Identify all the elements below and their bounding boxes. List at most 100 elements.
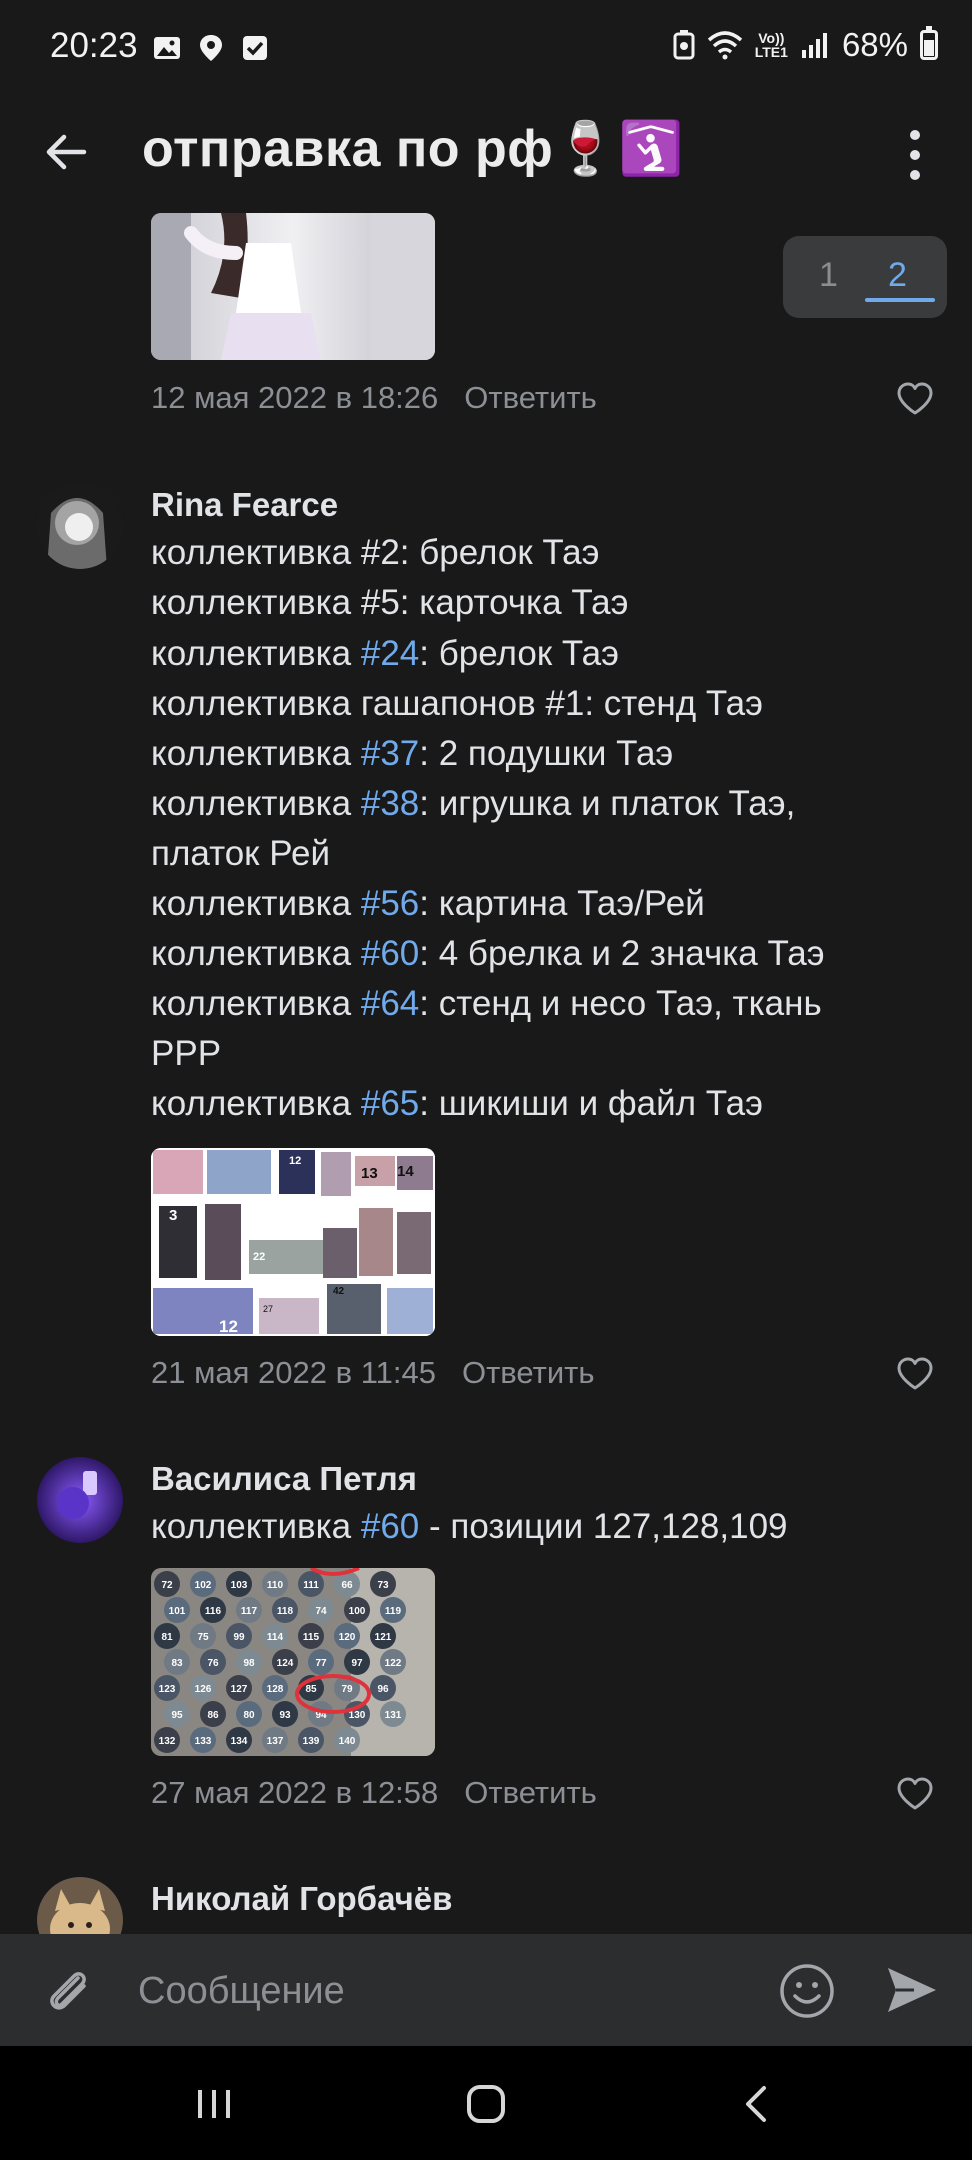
comment-meta: 12 мая 2022 в 18:26 Ответить <box>151 380 597 416</box>
hashtag-link[interactable]: #60 <box>361 934 419 973</box>
badge-number: 83 <box>171 1658 183 1669</box>
message-composer <box>0 1934 972 2046</box>
comment-meta: 27 мая 2022 в 12:58 Ответить <box>151 1775 597 1811</box>
badge-number: 79 <box>341 1684 353 1695</box>
home-icon[interactable] <box>462 2080 510 2128</box>
badge-number: 120 <box>339 1632 356 1643</box>
badge-number: 97 <box>351 1658 363 1669</box>
badge-number: 98 <box>243 1658 255 1669</box>
avatar[interactable] <box>37 483 123 569</box>
status-time: 20:23 <box>50 26 138 65</box>
avatar[interactable] <box>37 1457 123 1543</box>
badge-number: 126 <box>195 1684 212 1695</box>
comment-author[interactable]: Николай Горбачёв <box>151 1880 452 1918</box>
badge-number: 123 <box>159 1684 176 1695</box>
comment-timestamp: 21 мая 2022 в 11:45 <box>151 1355 436 1390</box>
hashtag-link[interactable]: #56 <box>361 884 419 923</box>
comments-feed[interactable]: 12 мая 2022 в 18:26 Ответить Rina Fearce … <box>0 210 972 1935</box>
chat-title[interactable]: отправка по рф🍷🛐 <box>142 118 684 179</box>
svg-text:22: 22 <box>253 1251 265 1263</box>
checkbox-icon <box>243 36 267 60</box>
badge-number: 73 <box>377 1580 389 1591</box>
paperclip-icon[interactable] <box>40 1962 96 2018</box>
back-arrow-icon[interactable] <box>38 124 94 180</box>
comment-line: коллективка #38: игрушка и платок Таэ, <box>151 784 796 823</box>
badge-number: 103 <box>231 1580 248 1591</box>
comment-photo[interactable]: 12 13 14 3 22 42 27 12 <box>151 1148 435 1336</box>
hashtag-link[interactable]: #24 <box>361 634 419 673</box>
badge-number: 86 <box>207 1710 219 1721</box>
comment-author[interactable]: Василиса Петля <box>151 1460 417 1498</box>
location-icon <box>200 35 222 61</box>
heart-icon[interactable] <box>896 382 934 416</box>
comment-timestamp: 12 мая 2022 в 18:26 <box>151 380 439 415</box>
comment-line: коллективка #64: стенд и несо Таэ, ткань <box>151 984 822 1023</box>
battery-icon <box>920 26 938 60</box>
more-vertical-icon[interactable] <box>895 125 935 185</box>
badge-number: 75 <box>197 1632 209 1643</box>
page-2-button[interactable]: 2 <box>888 256 907 295</box>
active-page-indicator <box>865 298 935 302</box>
hashtag-link[interactable]: #65 <box>361 1084 419 1123</box>
badge-number: 118 <box>277 1606 294 1617</box>
badge-number: 122 <box>385 1658 402 1669</box>
badge-number: 124 <box>277 1658 294 1669</box>
message-input[interactable] <box>136 1958 740 2024</box>
heart-icon[interactable] <box>896 1357 934 1391</box>
badge-number: 119 <box>385 1606 402 1617</box>
heart-icon[interactable] <box>896 1777 934 1811</box>
badge-number: 134 <box>231 1736 248 1747</box>
badge-number: 99 <box>233 1632 245 1643</box>
badge-number: 117 <box>241 1606 258 1617</box>
smile-icon[interactable] <box>778 1962 836 2020</box>
comment-timestamp: 27 мая 2022 в 12:58 <box>151 1775 439 1810</box>
hashtag-link[interactable]: #60 <box>361 1507 419 1546</box>
svg-text:27: 27 <box>263 1304 273 1314</box>
comment-line: коллективка #37: 2 подушки Таэ <box>151 734 674 773</box>
hashtag-link[interactable]: #38 <box>361 784 419 823</box>
page-1-button[interactable]: 1 <box>819 256 838 295</box>
hashtag-link[interactable]: #37 <box>361 734 419 773</box>
reply-button[interactable]: Ответить <box>462 1355 595 1390</box>
badge-number: 93 <box>279 1710 291 1721</box>
badge-number: 131 <box>385 1710 402 1721</box>
reply-button[interactable]: Ответить <box>464 380 597 415</box>
badge-number: 127 <box>231 1684 248 1695</box>
status-bar: 20:23 Vo)) LTE1 68% <box>0 0 972 100</box>
battery-saver-icon <box>673 30 695 60</box>
reply-button[interactable]: Ответить <box>464 1775 597 1810</box>
badges-image: 72 102 103 110 111 66 73 101 116 117 118 74 100 119 81… <box>151 1568 435 1756</box>
send-icon[interactable] <box>884 1964 940 2016</box>
comment-meta: 21 мая 2022 в 11:45 Ответить <box>151 1355 595 1391</box>
badge-number: 76 <box>207 1658 219 1669</box>
comment-author[interactable]: Rina Fearce <box>151 486 338 524</box>
badge-number: 139 <box>303 1736 320 1747</box>
nav-back-icon[interactable] <box>734 2080 782 2128</box>
avatar[interactable] <box>37 1877 123 1935</box>
badge-number: 132 <box>159 1736 176 1747</box>
badge-number: 74 <box>315 1606 327 1617</box>
badge-number: 115 <box>303 1632 320 1643</box>
hashtag-link[interactable]: #64 <box>361 984 419 1023</box>
comment-line: коллективка #5: карточка Таэ <box>151 583 629 622</box>
badge-number: 72 <box>161 1580 173 1591</box>
status-system-icons: Vo)) LTE1 68% <box>673 26 938 64</box>
page-switcher: 1 2 <box>783 236 947 318</box>
svg-text:42: 42 <box>333 1286 345 1297</box>
network-type: Vo)) LTE1 <box>754 30 788 60</box>
comment-photo[interactable] <box>151 213 435 360</box>
gallery-icon <box>154 37 180 59</box>
svg-text:12: 12 <box>219 1317 238 1336</box>
recents-icon[interactable] <box>190 2080 238 2128</box>
svg-text:14: 14 <box>397 1163 414 1180</box>
badge-number: 121 <box>375 1632 392 1643</box>
badge-number: 66 <box>341 1580 353 1591</box>
comment-line: РРР <box>151 1034 222 1073</box>
comment-line: коллективка #60 - позиции 127,128,109 <box>151 1507 788 1546</box>
collage-image: 12 13 14 3 22 42 27 12 <box>151 1148 435 1336</box>
svg-text:12: 12 <box>289 1155 301 1167</box>
badge-number: 140 <box>339 1736 356 1747</box>
badge-number: 100 <box>349 1606 366 1617</box>
comment-photo[interactable]: 72 102 103 110 111 66 73 101 116 117 118 74 100 119 81… <box>151 1568 435 1756</box>
comment-line: коллективка #56: картина Таэ/Рей <box>151 884 705 923</box>
